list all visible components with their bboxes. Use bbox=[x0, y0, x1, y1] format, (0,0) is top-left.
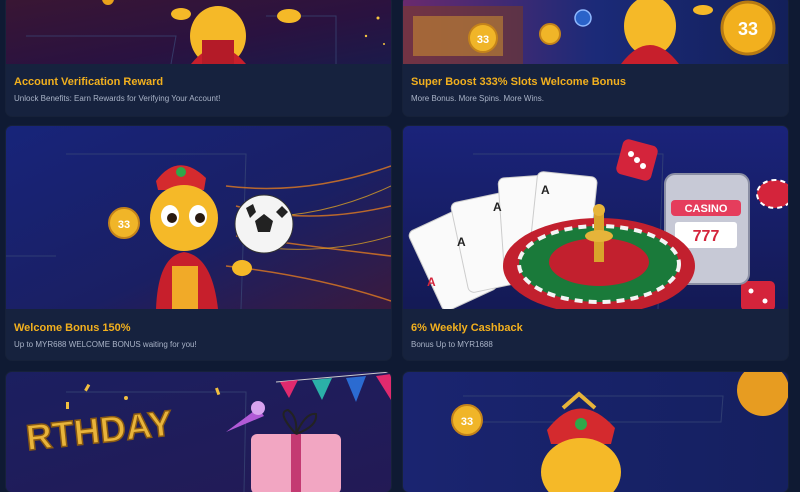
soccer-ball-icon bbox=[234, 194, 294, 254]
coin-label: 33 bbox=[118, 219, 130, 231]
gold-coin-icon: 33 bbox=[720, 0, 776, 56]
promo-card-weekly-cashback[interactable]: CASINO 777 A A A A 6% Weekly Cashback Bo… bbox=[403, 126, 788, 360]
promo-subtitle: Bonus Up to MYR1688 bbox=[411, 340, 493, 349]
gold-coin-icon: 33 bbox=[468, 23, 498, 53]
promo-banner-super-boost[interactable]: 33 33 bbox=[403, 0, 788, 64]
promo-banner-account-verification[interactable] bbox=[6, 0, 391, 64]
promo-title: Account Verification Reward bbox=[14, 76, 164, 88]
promo-card-birthday[interactable]: RTHDAY bbox=[6, 372, 391, 492]
promo-banner-mascot[interactable]: 33 bbox=[403, 372, 788, 492]
gold-coin-icon: 33 bbox=[451, 404, 483, 436]
coin-label: 33 bbox=[477, 34, 489, 46]
promo-banner-welcome-bonus[interactable]: 33 bbox=[6, 126, 391, 309]
promo-subtitle: Up to MYR688 WELCOME BONUS waiting for y… bbox=[14, 340, 197, 349]
coin-label: 33 bbox=[461, 416, 473, 428]
card-rank-label: A bbox=[493, 200, 502, 214]
promo-card-mascot[interactable]: 33 bbox=[403, 372, 788, 492]
promo-title: Welcome Bonus 150% bbox=[14, 322, 131, 334]
slot-reels-label: 777 bbox=[693, 228, 720, 245]
card-rank-label: A bbox=[541, 183, 550, 197]
promo-subtitle: Unlock Benefits: Earn Rewards for Verify… bbox=[14, 94, 221, 103]
card-rank-label: A bbox=[427, 275, 436, 289]
gold-coin-icon: 33 bbox=[108, 207, 140, 239]
promo-title: 6% Weekly Cashback bbox=[411, 322, 523, 334]
coin-label: 33 bbox=[738, 19, 758, 39]
promo-title: Super Boost 333% Slots Welcome Bonus bbox=[411, 76, 626, 88]
promo-banner-weekly-cashback[interactable]: CASINO 777 A A A A bbox=[403, 126, 788, 309]
promo-banner-birthday[interactable]: RTHDAY bbox=[6, 372, 391, 492]
promo-card-super-boost[interactable]: 33 33 Super Boost 333% Slots Welcome Bon… bbox=[403, 0, 788, 116]
promo-subtitle: More Bonus. More Spins. More Wins. bbox=[411, 94, 544, 103]
card-rank-label: A bbox=[457, 235, 466, 249]
promo-card-account-verification[interactable]: Account Verification Reward Unlock Benef… bbox=[6, 0, 391, 116]
promo-card-welcome-bonus[interactable]: 33 Welcome Bonus 150% Up to MYR688 WELCO… bbox=[6, 126, 391, 360]
casino-sign-label: CASINO bbox=[685, 203, 728, 215]
